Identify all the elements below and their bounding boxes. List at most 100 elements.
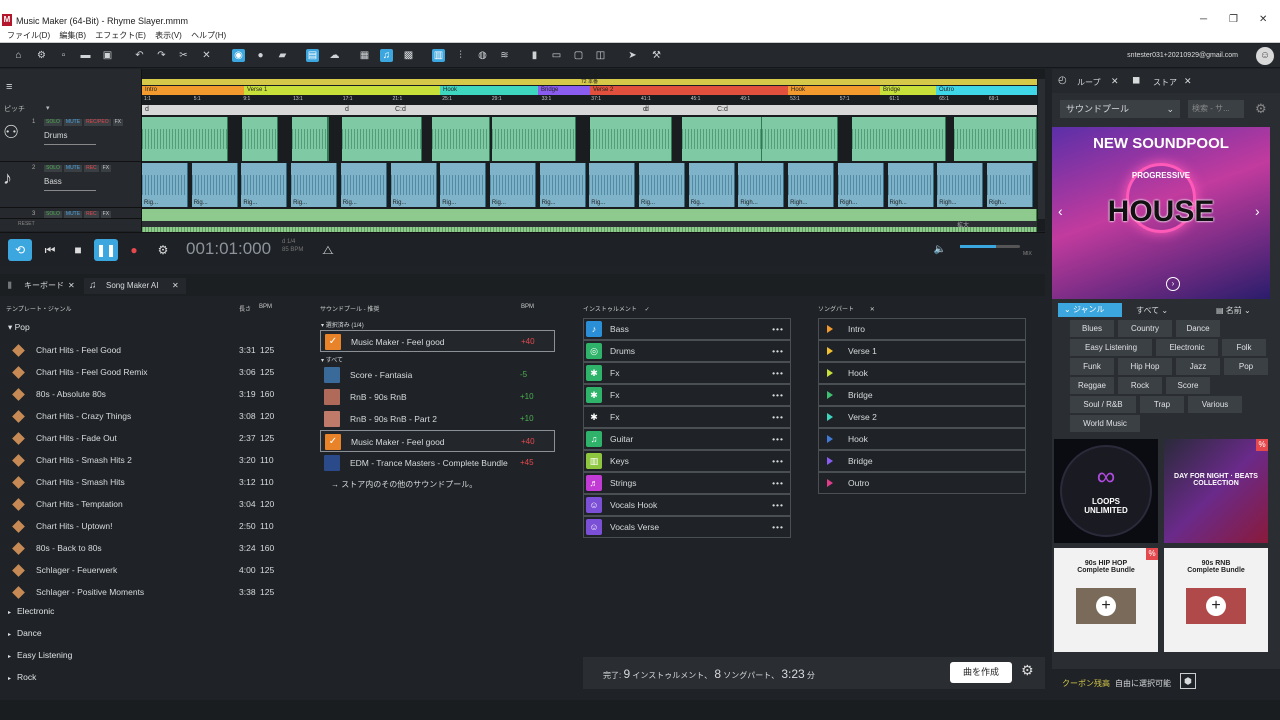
pointer-icon[interactable]: ➤ <box>626 49 639 62</box>
genre-button[interactable]: Electronic <box>1156 339 1218 356</box>
mute-button[interactable]: MUTE <box>63 119 83 126</box>
wave-icon[interactable]: ≋ <box>498 49 511 62</box>
genre-button[interactable]: Easy Listening <box>1070 339 1152 356</box>
more-icon[interactable]: ••• <box>772 473 784 493</box>
coupon-balance[interactable]: クーポン残高 <box>1062 678 1110 689</box>
cut-icon[interactable]: ✂ <box>177 49 190 62</box>
genre-button[interactable]: Blues <box>1070 320 1114 337</box>
save-icon[interactable]: ▣ <box>101 49 114 62</box>
track3-lane[interactable] <box>142 209 1037 253</box>
menu-effects[interactable]: エフェクト(E) <box>95 29 146 42</box>
tab-loops[interactable]: ループ <box>1077 77 1101 88</box>
mute-button[interactable]: MUTE <box>63 211 83 218</box>
menu-help[interactable]: ヘルプ(H) <box>191 29 226 42</box>
tempo-display[interactable]: d 1/4 85 BPM <box>282 238 303 254</box>
avatar[interactable]: ☺ <box>1256 47 1274 65</box>
instrument-row[interactable]: ♫ Guitar ••• <box>583 428 791 450</box>
speaker-icon[interactable]: 🔈 <box>928 239 952 261</box>
more-icon[interactable]: ••• <box>772 363 784 383</box>
audio-clip[interactable]: Rig... <box>639 163 685 207</box>
genre-button[interactable]: World Music <box>1070 415 1140 432</box>
audio-clip[interactable] <box>590 117 672 161</box>
marker-bar[interactable]: 72 本番 <box>142 79 1037 85</box>
close-icon[interactable]: ✕ <box>172 278 179 294</box>
genre-collapsed[interactable]: ▸ Easy Listening <box>8 650 72 660</box>
template-row[interactable]: Chart Hits - Uptown! 2:50 110 <box>12 517 284 535</box>
genre-button[interactable]: Various <box>1188 396 1242 413</box>
audio-clip[interactable]: Rig... <box>390 163 437 207</box>
screen-icon[interactable]: ▭ <box>550 49 563 62</box>
song-part-marker[interactable]: Outro <box>936 86 1037 95</box>
fx-button[interactable]: FX <box>100 165 112 172</box>
genre-button[interactable]: Dance <box>1176 320 1220 337</box>
drums-lane[interactable] <box>142 117 1037 161</box>
song-part-marker[interactable]: Intro <box>142 86 244 95</box>
template-row[interactable]: Schlager - Feuerwerk 4:00 125 <box>12 561 284 579</box>
more-icon[interactable]: ••• <box>772 341 784 361</box>
solo-button[interactable]: SOLO <box>44 211 62 218</box>
store-banner[interactable]: NEW SOUNDPOOL PROGRESSIVE HOUSE ‹ › › <box>1052 127 1270 299</box>
song-part-marker[interactable]: Verse 1 <box>244 86 440 95</box>
rec-button[interactable]: REC/PEO <box>84 119 111 126</box>
all-filter[interactable]: すべて ⌄ <box>1136 305 1168 316</box>
volume-slider[interactable] <box>44 144 96 145</box>
audio-clip[interactable]: Rig... <box>688 163 735 207</box>
genre-button[interactable]: Score <box>1166 377 1210 394</box>
track-row[interactable]: ⚇ 1 SOLO MUTE REC/PEO FX Drums <box>0 117 142 162</box>
songpart-row[interactable]: Bridge <box>818 384 1026 406</box>
shuffle-icon[interactable]: ✕ <box>870 307 875 313</box>
vinyl-icon[interactable]: ◍ <box>476 49 489 62</box>
genre-button[interactable]: Soul / R&B <box>1070 396 1136 413</box>
mute-button[interactable]: MUTE <box>63 165 83 172</box>
fx-button[interactable]: FX <box>112 119 123 126</box>
songpart-row[interactable]: Hook <box>818 428 1026 450</box>
menu-file[interactable]: ファイル(D) <box>7 29 50 42</box>
song-part-marker[interactable]: Verse 2 <box>590 86 788 95</box>
instrument-row[interactable]: ✱ Fx ••• <box>583 406 791 428</box>
audio-clip[interactable] <box>328 117 329 161</box>
tab-store[interactable]: ストア <box>1153 77 1177 88</box>
create-song-button[interactable]: 曲を作成 <box>950 662 1012 683</box>
audio-clip[interactable]: Rig... <box>340 163 387 207</box>
more-icon[interactable]: ••• <box>772 517 784 537</box>
audio-clip[interactable]: Righ... <box>986 163 1033 207</box>
songpart-row[interactable]: Outro <box>818 472 1026 494</box>
rec-button[interactable]: REC <box>84 165 99 172</box>
skip-back-icon[interactable]: ⏮ <box>38 239 62 261</box>
instrument-row[interactable]: ♪ Bass ••• <box>583 318 791 340</box>
audio-clip[interactable]: Rig... <box>589 163 636 207</box>
template-row[interactable]: 80s - Back to 80s 3:24 160 <box>12 539 284 557</box>
audio-clip[interactable] <box>852 117 946 161</box>
audio-clip[interactable] <box>242 117 278 161</box>
pause-icon[interactable]: ❚❚ <box>94 239 118 261</box>
chord-label[interactable]: d <box>345 105 349 115</box>
audio-clip[interactable]: Righ... <box>738 163 785 207</box>
grid-icon[interactable]: ▩ <box>402 49 415 62</box>
master-volume-slider[interactable] <box>960 245 1020 248</box>
store-tile[interactable]: 90s RNB Complete Bundle + <box>1164 548 1268 652</box>
store-tile[interactable]: 90s HIP HOP Complete Bundle + % <box>1054 548 1158 652</box>
play-icon[interactable]: › <box>1166 277 1180 291</box>
solo-button[interactable]: SOLO <box>44 165 62 172</box>
fx-button[interactable]: FX <box>100 211 112 218</box>
gear-icon[interactable]: ⚙ <box>151 239 175 261</box>
more-icon[interactable]: ••• <box>772 495 784 515</box>
more-icon[interactable]: ••• <box>772 385 784 405</box>
more-icon[interactable]: ••• <box>772 319 784 339</box>
audio-clip[interactable]: Rig... <box>539 163 586 207</box>
search-input[interactable]: 検索 - サ... <box>1188 100 1244 118</box>
audio-clip[interactable] <box>342 117 422 161</box>
audio-clip[interactable] <box>432 117 490 161</box>
track-name[interactable]: Drums <box>44 131 68 140</box>
audio-clip[interactable] <box>954 117 1037 161</box>
audio-clip[interactable]: Righ... <box>937 163 984 207</box>
soundpool-row[interactable]: EDM - Trance Masters - Complete Bundle +4… <box>320 452 555 474</box>
soundpool-row[interactable]: ✓ Music Maker - Feel good +40 <box>320 430 555 452</box>
song-part-marker[interactable]: Hook <box>440 86 538 95</box>
soundpool-row[interactable]: RnB - 90s RnB - Part 2 +10 <box>320 408 555 430</box>
template-row[interactable]: Chart Hits - Smash Hits 3:12 110 <box>12 473 284 491</box>
template-row[interactable]: Chart Hits - Smash Hits 2 3:20 110 <box>12 451 284 469</box>
loop-icon[interactable]: ⟲ <box>8 239 32 261</box>
template-row[interactable]: Chart Hits - Crazy Things 3:08 120 <box>12 407 284 425</box>
audio-clip[interactable] <box>492 117 576 161</box>
